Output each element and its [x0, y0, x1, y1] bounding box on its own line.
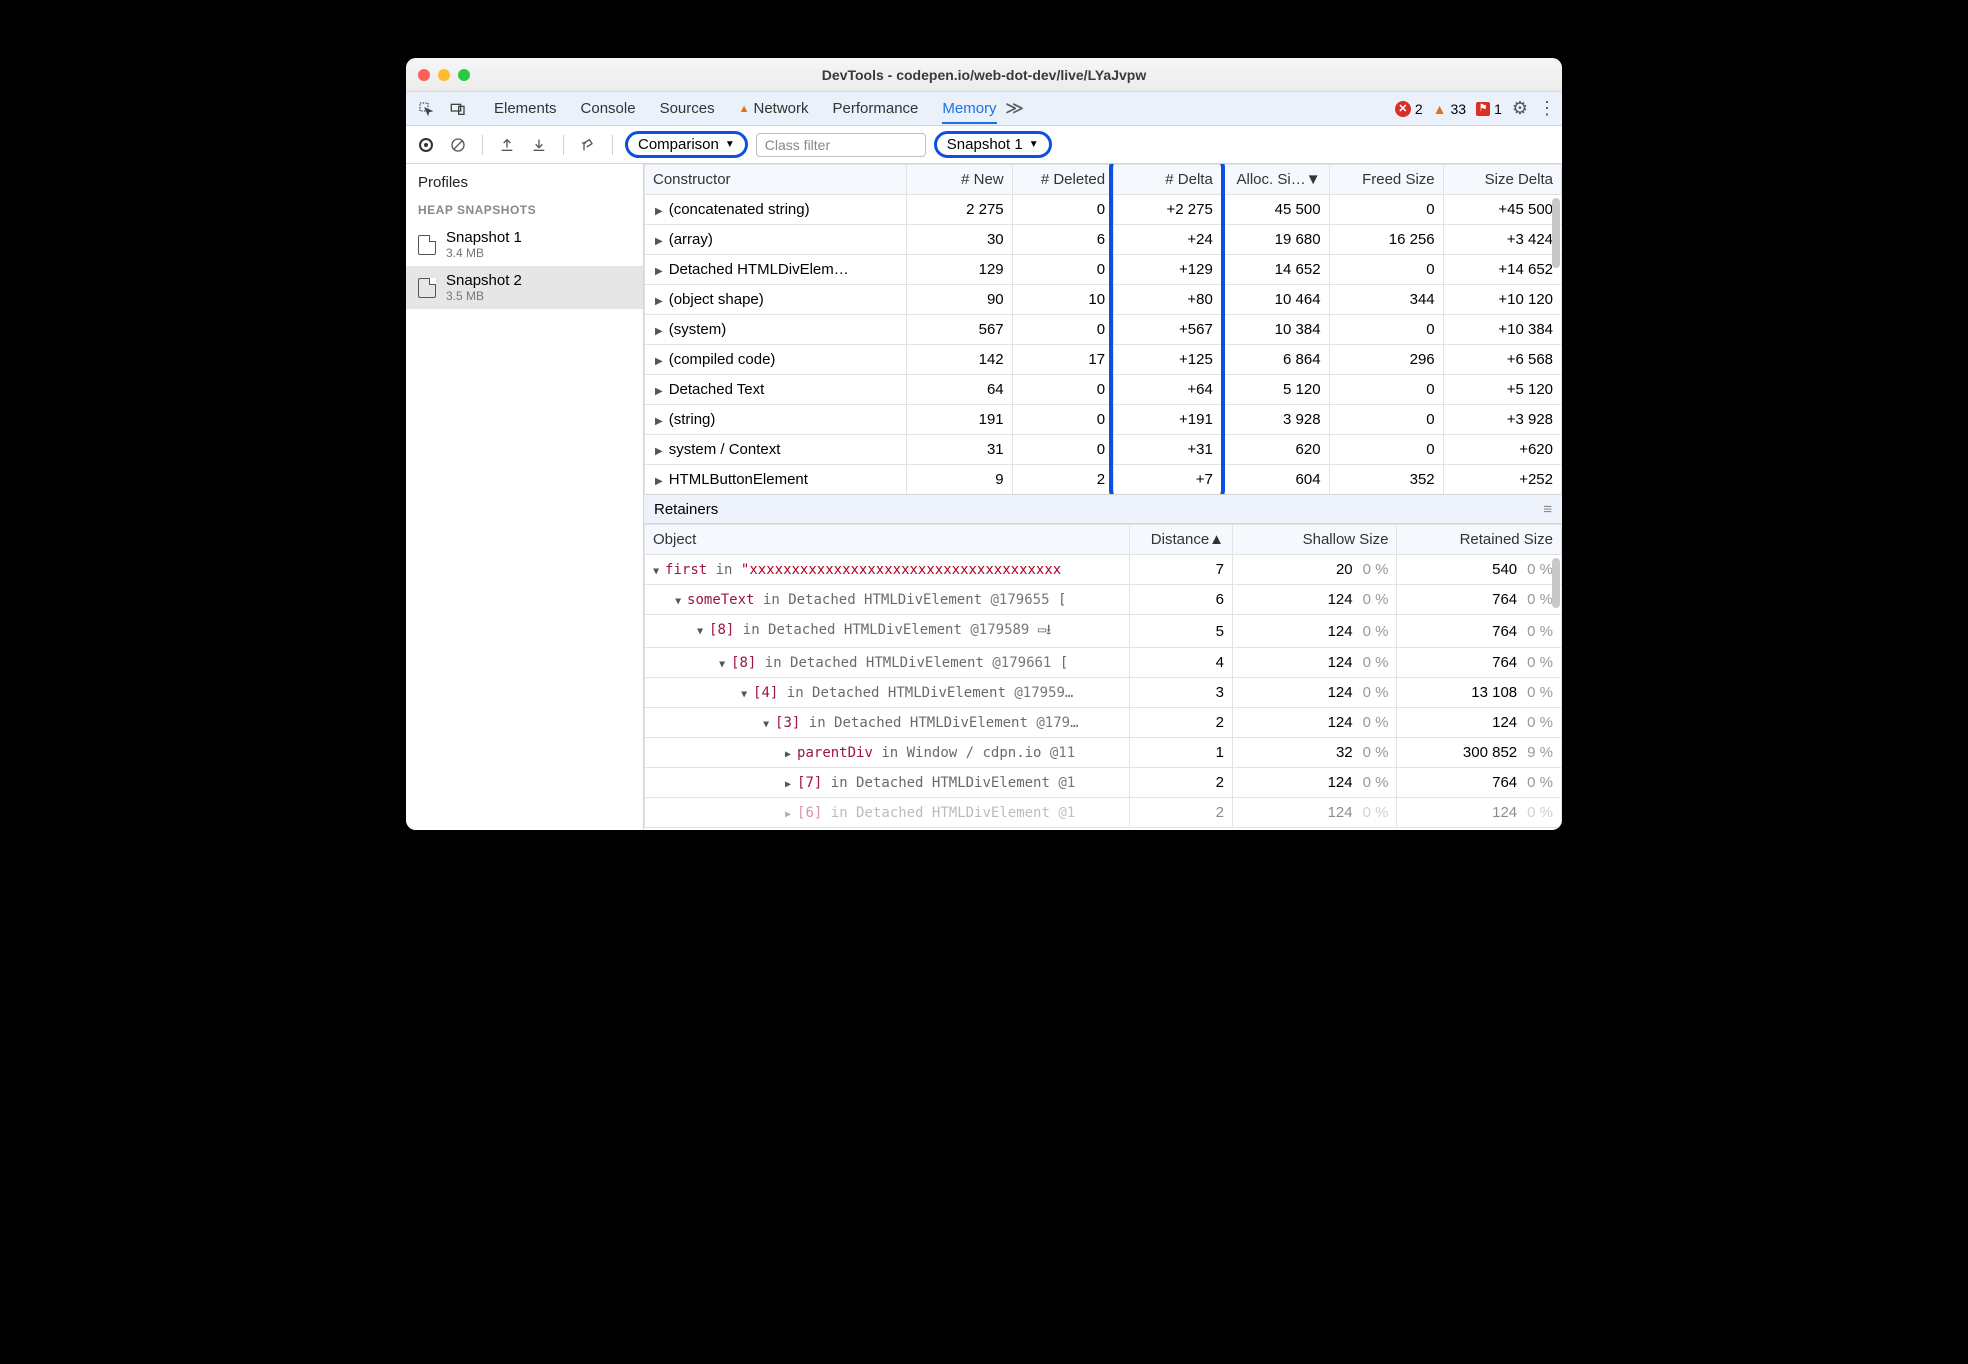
- table-row[interactable]: Detached HTMLDivElem…1290+12914 6520+14 …: [645, 255, 1562, 285]
- zoom-icon[interactable]: [458, 69, 470, 81]
- minimize-icon[interactable]: [438, 69, 450, 81]
- tab-elements[interactable]: Elements: [494, 100, 557, 117]
- load-icon[interactable]: [495, 133, 519, 157]
- gc-icon[interactable]: [576, 133, 600, 157]
- record-button[interactable]: [414, 133, 438, 157]
- hamburger-icon[interactable]: ≡: [1543, 501, 1552, 518]
- inspect-icon[interactable]: [412, 97, 440, 121]
- panel-tabs: Elements Console Sources Network Performance…: [406, 92, 1562, 126]
- save-icon[interactable]: [527, 133, 551, 157]
- profiles-sidebar: Profiles HEAP SNAPSHOTS Snapshot 13.4 MB…: [406, 164, 644, 830]
- column-header[interactable]: # Deleted: [1012, 165, 1113, 195]
- view-mode-select[interactable]: Comparison▼: [625, 131, 748, 158]
- clear-button[interactable]: [446, 133, 470, 157]
- column-header[interactable]: Object: [645, 525, 1130, 555]
- device-toggle-icon[interactable]: [444, 97, 472, 121]
- warning-count[interactable]: ▲33: [1433, 101, 1466, 117]
- class-filter-input[interactable]: Class filter: [756, 133, 926, 157]
- tab-performance[interactable]: Performance: [833, 100, 919, 117]
- column-header[interactable]: Alloc. Si…▼: [1221, 165, 1329, 195]
- retainer-row[interactable]: someText in Detached HTMLDivElement @179…: [645, 585, 1562, 615]
- retainer-row[interactable]: parentDiv in Window / cdpn.io @11 1320 %…: [645, 738, 1562, 768]
- close-icon[interactable]: [418, 69, 430, 81]
- table-row[interactable]: (array)306+2419 68016 256+3 424: [645, 225, 1562, 255]
- retainer-row[interactable]: [6] in Detached HTMLDivElement @1 21240 …: [645, 798, 1562, 828]
- retainer-row[interactable]: [3] in Detached HTMLDivElement @179… 212…: [645, 708, 1562, 738]
- sidebar-heading: Profiles: [406, 164, 643, 197]
- issues-count[interactable]: ⚑1: [1476, 101, 1502, 117]
- column-header[interactable]: Size Delta: [1443, 165, 1561, 195]
- constructors-table: Constructor# New# Deleted# DeltaAlloc. S…: [644, 164, 1562, 494]
- table-row[interactable]: (system)5670+56710 3840+10 384: [645, 315, 1562, 345]
- devtools-window: DevTools - codepen.io/web-dot-dev/live/L…: [406, 58, 1562, 830]
- table-row[interactable]: (concatenated string)2 2750+2 27545 5000…: [645, 195, 1562, 225]
- column-header[interactable]: # Delta: [1114, 165, 1222, 195]
- more-tabs[interactable]: ≫: [1001, 97, 1029, 121]
- column-header[interactable]: # New: [907, 165, 1013, 195]
- snapshot-item[interactable]: Snapshot 23.5 MB: [406, 266, 643, 309]
- tab-network[interactable]: Network: [739, 100, 809, 117]
- column-header[interactable]: Distance▲: [1130, 525, 1233, 555]
- column-header[interactable]: Retained Size: [1397, 525, 1562, 555]
- column-header[interactable]: Freed Size: [1329, 165, 1443, 195]
- tab-sources[interactable]: Sources: [660, 100, 715, 117]
- kebab-icon[interactable]: ⋮: [1538, 98, 1556, 119]
- file-icon: [418, 278, 436, 298]
- settings-icon[interactable]: ⚙: [1512, 98, 1528, 119]
- retainers-table: ObjectDistance▲Shallow SizeRetained Size…: [644, 524, 1562, 830]
- table-row[interactable]: Detached Text640+645 1200+5 120: [645, 375, 1562, 405]
- error-count[interactable]: ✕2: [1395, 101, 1423, 117]
- table-row[interactable]: HTMLButtonElement92+7604352+252: [645, 465, 1562, 495]
- titlebar: DevTools - codepen.io/web-dot-dev/live/L…: [406, 58, 1562, 92]
- table-row[interactable]: (object shape)9010+8010 464344+10 120: [645, 285, 1562, 315]
- window-title: DevTools - codepen.io/web-dot-dev/live/L…: [406, 67, 1562, 83]
- table-row[interactable]: system / Context310+316200+620: [645, 435, 1562, 465]
- retainer-row[interactable]: first in "xxxxxxxxxxxxxxxxxxxxxxxxxxxxxx…: [645, 555, 1562, 585]
- retainer-row[interactable]: [7] in Detached HTMLDivElement @1 21240 …: [645, 768, 1562, 798]
- scrollbar[interactable]: [1552, 198, 1560, 268]
- file-icon: [418, 235, 436, 255]
- column-header[interactable]: Constructor: [645, 165, 907, 195]
- window-controls: [418, 69, 470, 81]
- scrollbar[interactable]: [1552, 558, 1560, 608]
- comparison-view: Constructor# New# Deleted# DeltaAlloc. S…: [644, 164, 1562, 830]
- memory-toolbar: Comparison▼ Class filter Snapshot 1▼: [406, 126, 1562, 164]
- table-row[interactable]: (string)1910+1913 9280+3 928: [645, 405, 1562, 435]
- baseline-select[interactable]: Snapshot 1▼: [934, 131, 1052, 158]
- tab-console[interactable]: Console: [581, 100, 636, 117]
- retainers-header: Retainers ≡: [644, 494, 1562, 524]
- sidebar-section: HEAP SNAPSHOTS: [406, 197, 643, 223]
- chevron-down-icon: ▼: [725, 139, 735, 150]
- retainer-row[interactable]: [4] in Detached HTMLDivElement @17959… 3…: [645, 678, 1562, 708]
- chevron-down-icon: ▼: [1029, 139, 1039, 150]
- tab-memory[interactable]: Memory: [942, 100, 996, 124]
- table-row[interactable]: (compiled code)14217+1256 864296+6 568: [645, 345, 1562, 375]
- retainer-row[interactable]: [8] in Detached HTMLDivElement @179589 ▭…: [645, 615, 1562, 648]
- retainer-row[interactable]: [8] in Detached HTMLDivElement @179661 […: [645, 648, 1562, 678]
- snapshot-item[interactable]: Snapshot 13.4 MB: [406, 223, 643, 266]
- column-header[interactable]: Shallow Size: [1233, 525, 1397, 555]
